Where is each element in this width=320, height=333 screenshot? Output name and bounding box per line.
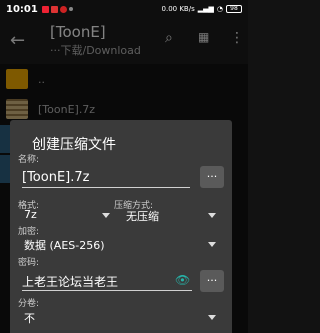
archive-name-input[interactable]: [ToonE].7z bbox=[22, 170, 89, 185]
password-underline bbox=[22, 290, 192, 291]
notification-icon bbox=[41, 5, 49, 13]
compression-select[interactable]: 无压缩 bbox=[126, 208, 159, 224]
dialog-title: 创建压缩文件 bbox=[32, 137, 116, 153]
battery-icon: 98 bbox=[226, 5, 242, 13]
name-label: 名称: bbox=[18, 155, 40, 165]
visibility-toggle-icon[interactable]: 👁 bbox=[175, 273, 190, 287]
browse-button[interactable]: ... bbox=[200, 166, 224, 188]
more-notifications-icon bbox=[68, 7, 73, 11]
format-select[interactable]: 7z bbox=[24, 208, 37, 221]
encryption-label: 加密: bbox=[18, 227, 40, 237]
status-time: 10:01 bbox=[6, 3, 38, 15]
password-label: 密码: bbox=[18, 258, 40, 268]
create-archive-dialog: 创建压缩文件 名称: [ToonE].7z ... 格式: 7z 压缩方式: 无… bbox=[10, 120, 232, 333]
chevron-down-icon[interactable] bbox=[208, 213, 216, 218]
notification-icon bbox=[59, 5, 67, 13]
split-select[interactable]: 不 bbox=[24, 310, 35, 326]
password-more-button[interactable]: ... bbox=[200, 270, 224, 292]
network-speed: 0.00 KB/s bbox=[161, 5, 195, 13]
chevron-down-icon[interactable] bbox=[208, 315, 216, 320]
chevron-down-icon[interactable] bbox=[208, 242, 216, 247]
signal-icon: ▂▄▆ bbox=[197, 5, 214, 13]
name-underline bbox=[22, 187, 190, 188]
split-label: 分卷: bbox=[18, 299, 40, 309]
notification-icon bbox=[50, 5, 58, 13]
encryption-select[interactable]: 数据 (AES-256) bbox=[24, 237, 105, 253]
password-input[interactable]: 上老王论坛当老王 bbox=[22, 273, 118, 290]
chevron-down-icon[interactable] bbox=[102, 213, 110, 218]
wifi-icon: ◔ bbox=[216, 5, 223, 13]
status-bar: 10:01 0.00 KB/s ▂▄▆ ◔ 98 bbox=[0, 0, 248, 18]
